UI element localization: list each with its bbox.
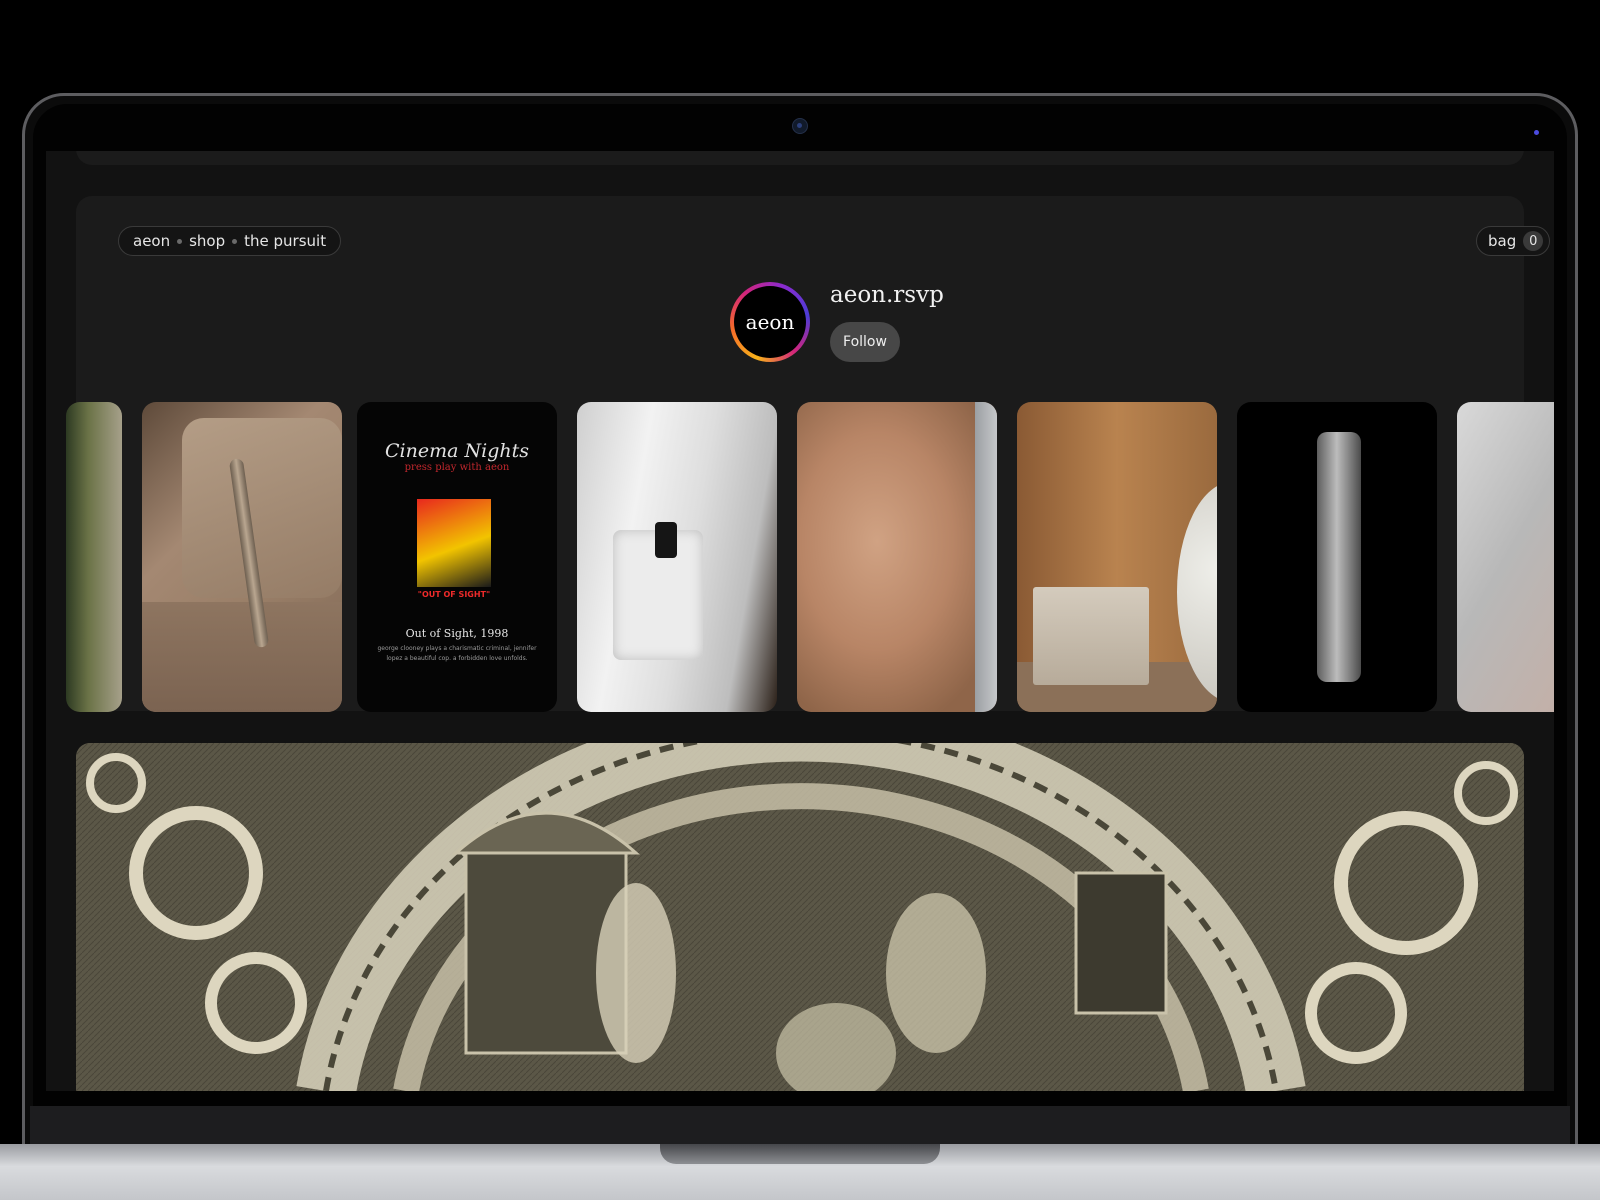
profile-username: aeon.rsvp [830,282,944,308]
profile-panel: aeon shop the pursuit bag 0 aeon aeon.rs… [66,196,1554,712]
carousel-card-partial-left[interactable] [66,402,122,712]
breadcrumb-separator [177,238,183,244]
screen: aeon shop the pursuit bag 0 aeon aeon.rs… [46,151,1554,1091]
film-title: Out of Sight, 1998 [405,627,509,640]
carousel-card-bottle-on-pillow[interactable] [142,402,342,712]
status-light [1534,130,1539,135]
carousel-card-torso[interactable] [797,402,997,712]
pump-bottle-image [655,522,677,558]
bag-button[interactable]: bag 0 [1476,226,1551,256]
carousel-card-cinema-nights[interactable]: Cinema Nights press play with aeon "OUT … [357,402,557,712]
follow-button[interactable]: Follow [830,322,900,362]
product-bottle-image [1317,432,1361,682]
pillow-image [182,418,342,598]
cinema-script-title: Cinema Nights [385,440,529,462]
movie-poster-image [417,499,491,587]
avatar[interactable]: aeon [730,282,810,362]
breadcrumb: aeon shop the pursuit [118,226,342,256]
carousel-card-partial-right[interactable] [1457,402,1554,712]
breadcrumb-aeon[interactable]: aeon [133,232,170,250]
avatar-logo: aeon [734,286,806,358]
bed-image [142,602,342,712]
poster-caption: "OUT OF SIGHT" [417,590,491,599]
breadcrumb-the-pursuit[interactable]: the pursuit [244,232,326,250]
breadcrumb-separator [232,238,238,244]
cinema-subtitle: press play with aeon [404,462,510,473]
side-table-image [1033,587,1149,685]
breadcrumb-shop[interactable]: shop [189,232,225,250]
engraving-artwork [76,743,1524,1091]
webcam-icon [792,118,808,134]
laptop-notch [660,1144,940,1164]
carousel-card-towel-robe[interactable] [577,402,777,712]
film-description: george clooney plays a charismatic crimi… [377,645,537,662]
carousel-card-product-bottle[interactable] [1237,402,1437,712]
bag-label: bag [1488,232,1517,250]
background-wall [975,402,997,712]
engraving-banner-image [76,743,1524,1091]
carousel-card-interior[interactable] [1017,402,1217,712]
previous-section [76,151,1524,165]
bag-count-badge: 0 [1523,231,1544,251]
laptop-chin [30,1106,1570,1144]
